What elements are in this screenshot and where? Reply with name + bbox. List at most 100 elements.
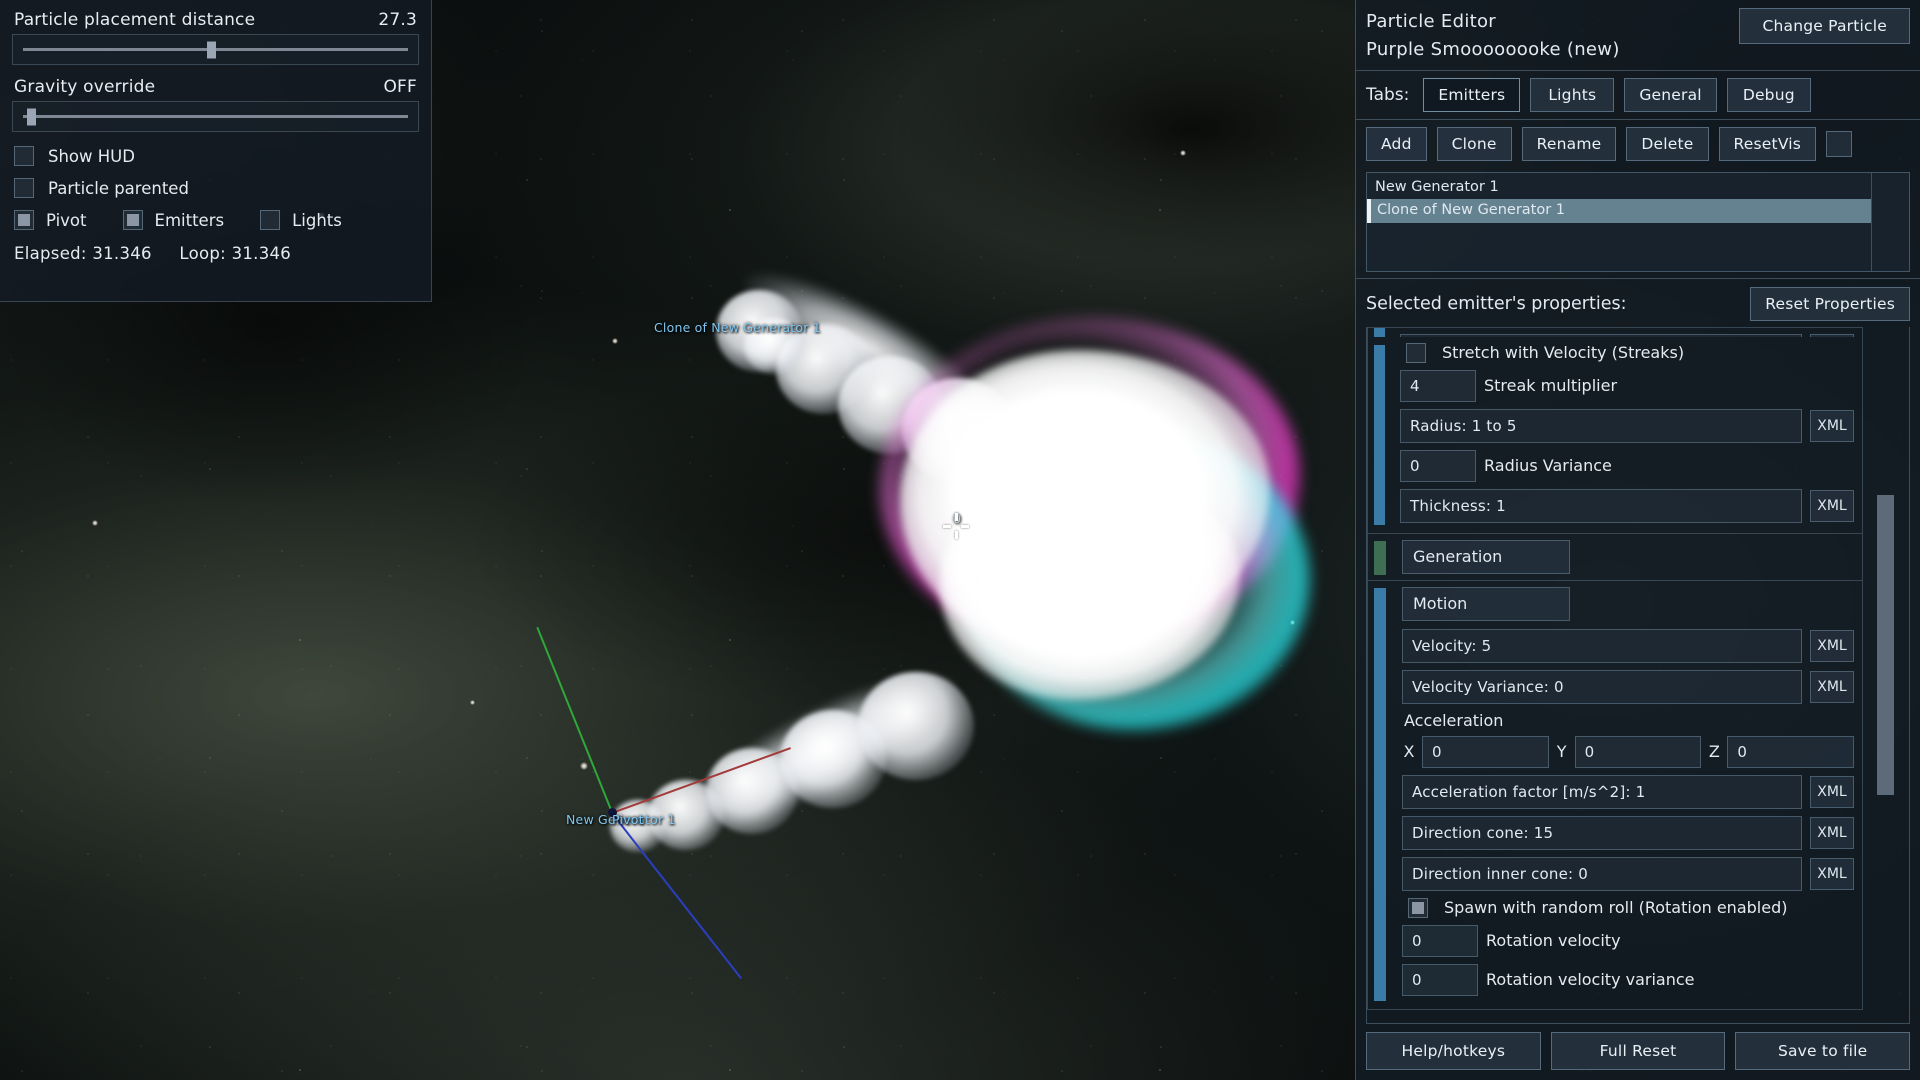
- add-button[interactable]: Add: [1366, 126, 1427, 161]
- thickness-row: Thickness: 1 XML: [1400, 488, 1854, 523]
- clone-button[interactable]: Clone: [1436, 126, 1512, 161]
- smoke-puff: [858, 672, 974, 780]
- crosshair-tick-top: [955, 513, 958, 521]
- rotation-velocity-variance-row: 0 Rotation velocity variance: [1402, 963, 1854, 996]
- direction-cone-row: Direction cone: 15 XML: [1402, 815, 1854, 850]
- acceleration-factor-field[interactable]: Acceleration factor [m/s^2]: 1: [1402, 774, 1802, 809]
- accel-y-label: Y: [1556, 742, 1567, 762]
- acceleration-vector-row: X 0 Y 0 Z 0: [1402, 735, 1855, 768]
- generation-section-header[interactable]: Generation: [1402, 539, 1570, 574]
- pivot-toggle[interactable]: Pivot: [14, 210, 87, 230]
- rename-button[interactable]: Rename: [1521, 126, 1617, 161]
- list-item[interactable]: New Generator 1: [1367, 176, 1871, 200]
- properties-scrollbar[interactable]: [1863, 327, 1909, 1023]
- spawn-random-roll-row[interactable]: Spawn with random roll (Rotation enabled…: [1402, 897, 1854, 918]
- particle-parented-row[interactable]: Particle parented: [12, 172, 419, 204]
- radius-xml-button[interactable]: XML: [1810, 409, 1854, 442]
- acceleration-label: Acceleration: [1404, 710, 1504, 730]
- emitter-list-items: New Generator 1 Clone of New Generator 1: [1367, 173, 1871, 271]
- emitter-toolbar: Add Clone Rename Delete ResetVis: [1356, 120, 1920, 168]
- velocity-row: Velocity: 5 XML: [1402, 628, 1854, 663]
- accel-x-input[interactable]: 0: [1422, 735, 1549, 768]
- particle-parented-label: Particle parented: [48, 178, 189, 198]
- stretch-with-velocity-row[interactable]: Stretch with Velocity (Streaks): [1400, 342, 1854, 363]
- lights-toggle[interactable]: Lights: [260, 210, 342, 230]
- streak-multiplier-label: Streak multiplier: [1484, 376, 1618, 396]
- emitter-list[interactable]: New Generator 1 Clone of New Generator 1: [1366, 171, 1910, 272]
- show-hud-checkbox[interactable]: [14, 146, 34, 166]
- acceleration-factor-xml-button[interactable]: XML: [1810, 775, 1854, 808]
- tab-emitters[interactable]: Emitters: [1423, 77, 1521, 112]
- tab-debug[interactable]: Debug: [1726, 77, 1811, 112]
- direction-cone-xml-button[interactable]: XML: [1810, 816, 1854, 849]
- radius-variance-row: 0 Radius Variance: [1400, 449, 1854, 482]
- rotation-velocity-variance-input[interactable]: 0: [1402, 963, 1478, 996]
- gravity-override-slider[interactable]: [12, 101, 419, 132]
- list-item[interactable]: Clone of New Generator 1: [1367, 199, 1871, 223]
- delete-button[interactable]: Delete: [1626, 126, 1709, 161]
- placement-distance-row: Particle placement distance 27.3: [12, 6, 419, 32]
- properties-scrollbar-thumb[interactable]: [1877, 494, 1894, 795]
- star: [580, 762, 588, 770]
- properties-title: Selected emitter's properties:: [1366, 293, 1627, 314]
- direction-inner-cone-xml-button[interactable]: XML: [1810, 857, 1854, 890]
- placement-distance-slider[interactable]: [12, 34, 419, 65]
- thickness-xml-button[interactable]: XML: [1810, 489, 1854, 522]
- lights-label: Lights: [292, 210, 342, 230]
- particle-parented-checkbox[interactable]: [14, 178, 34, 198]
- velocity-field[interactable]: Velocity: 5: [1402, 628, 1802, 663]
- slider-knob[interactable]: [27, 108, 37, 125]
- lights-checkbox[interactable]: [260, 210, 281, 230]
- thickness-field[interactable]: Thickness: 1: [1400, 488, 1802, 523]
- emitters-label: Emitters: [154, 210, 225, 230]
- stretch-with-velocity-checkbox[interactable]: [1406, 342, 1426, 363]
- crosshair-tick-bottom: [955, 531, 958, 539]
- loop-time: Loop: 31.346: [179, 244, 292, 263]
- emitters-checkbox[interactable]: [122, 210, 143, 230]
- radius-field[interactable]: Radius: 1 to 5: [1400, 408, 1802, 443]
- slider-track: [23, 115, 408, 118]
- spawn-random-roll-checkbox[interactable]: [1408, 897, 1428, 918]
- change-particle-button[interactable]: Change Particle: [1739, 8, 1910, 44]
- scene-label-pivot: Pivot: [612, 812, 644, 827]
- group-accent-bar: [1374, 344, 1385, 525]
- velocity-xml-button[interactable]: XML: [1810, 629, 1854, 662]
- velocity-variance-field[interactable]: Velocity Variance: 0: [1402, 669, 1802, 704]
- direction-cone-field[interactable]: Direction cone: 15: [1402, 815, 1802, 850]
- reset-properties-button[interactable]: Reset Properties: [1750, 286, 1910, 321]
- accel-x-label: X: [1403, 742, 1415, 762]
- radius-row: Radius: 1 to 5 XML: [1400, 408, 1854, 443]
- stretch-with-velocity-label: Stretch with Velocity (Streaks): [1442, 343, 1685, 363]
- direction-inner-cone-row: Direction inner cone: 0 XML: [1402, 856, 1854, 891]
- app-root: Clone of New Generator 1 New Generator 1…: [0, 0, 1920, 1080]
- velocity-variance-xml-button[interactable]: XML: [1810, 670, 1854, 703]
- crosshair-tick-left: [943, 525, 951, 528]
- show-hud-label: Show HUD: [48, 146, 135, 166]
- accel-y-input[interactable]: 0: [1574, 735, 1702, 768]
- generation-section: Generation: [1367, 533, 1863, 581]
- emitters-toggle[interactable]: Emitters: [122, 210, 225, 230]
- elapsed-time: Elapsed: 31.346: [14, 244, 152, 263]
- toolbar-extra-checkbox[interactable]: [1826, 130, 1853, 157]
- save-to-file-button[interactable]: Save to file: [1735, 1032, 1911, 1070]
- direction-inner-cone-field[interactable]: Direction inner cone: 0: [1402, 856, 1802, 891]
- star: [470, 700, 475, 705]
- emitter-list-scrollbar[interactable]: [1871, 172, 1909, 271]
- show-hud-row[interactable]: Show HUD: [12, 140, 419, 172]
- full-reset-button[interactable]: Full Reset: [1550, 1032, 1726, 1070]
- tab-lights[interactable]: Lights: [1530, 77, 1615, 112]
- resetvis-button[interactable]: ResetVis: [1718, 126, 1817, 161]
- streak-multiplier-input[interactable]: 4: [1400, 369, 1476, 402]
- slider-knob[interactable]: [207, 41, 217, 58]
- accel-z-input[interactable]: 0: [1727, 735, 1855, 768]
- clipped-property-row: [1367, 326, 1863, 337]
- group-accent-bar: [1374, 327, 1385, 337]
- pivot-checkbox[interactable]: [14, 210, 34, 230]
- help-hotkeys-button[interactable]: Help/hotkeys: [1366, 1032, 1541, 1070]
- rotation-velocity-input[interactable]: 0: [1402, 924, 1478, 957]
- particle-editor-panel: Particle Editor Purple Smoooooooke (new)…: [1355, 0, 1920, 1080]
- tab-general[interactable]: General: [1624, 77, 1717, 112]
- radius-variance-input[interactable]: 0: [1400, 449, 1476, 482]
- star: [92, 520, 98, 526]
- motion-section-header[interactable]: Motion: [1402, 586, 1570, 621]
